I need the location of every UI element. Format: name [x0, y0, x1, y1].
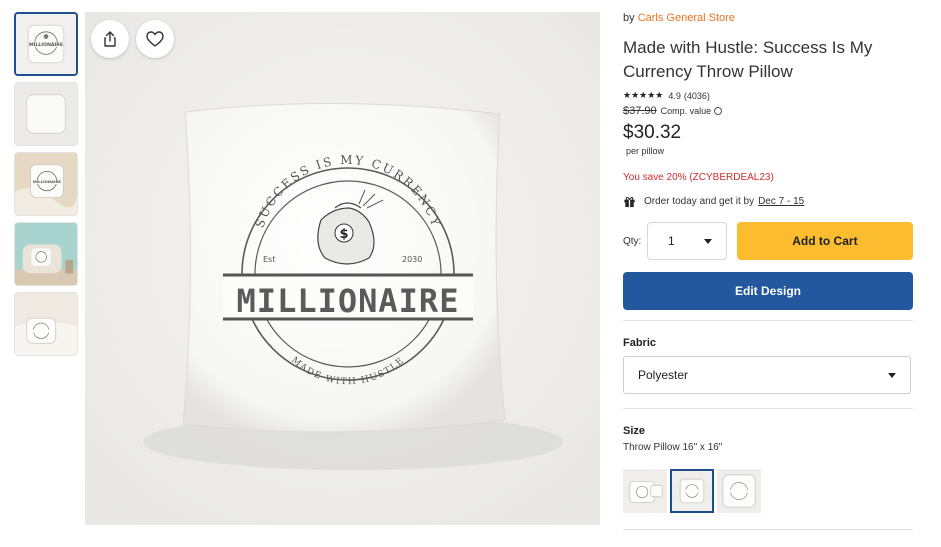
divider	[623, 408, 913, 409]
qty-label: Qty:	[623, 235, 642, 247]
product-title: Made with Hustle: Success Is My Currency…	[623, 38, 873, 81]
store-byline: by Carls General Store	[623, 12, 913, 24]
product-main-image[interactable]: SUCCESS IS MY CURRENCY MADE WITH HUSTLE …	[85, 12, 600, 525]
thumbnail-strip: MILLIONAIRE MILLIONAIRE	[14, 12, 78, 362]
current-price: $30.32	[623, 122, 682, 143]
thumbnail-pillow-on-chair[interactable]	[14, 222, 78, 286]
dollar-sign: $	[339, 227, 348, 242]
thumb-banner-text: MILLIONAIRE	[29, 42, 63, 48]
gift-icon	[624, 197, 635, 208]
thumbnail-pillow-plain[interactable]	[14, 82, 78, 146]
qty-value: 1	[668, 234, 675, 248]
size-label: Size	[623, 425, 646, 437]
rating-value: 4.9	[668, 90, 681, 101]
size-value: Throw Pillow 16" x 16"	[623, 442, 723, 453]
by-prefix: by	[623, 12, 635, 24]
share-icon	[104, 31, 116, 47]
old-price: $37.90	[623, 105, 657, 117]
cart-row: Qty: 1 Add to Cart	[623, 222, 913, 260]
review-count: (4036)	[683, 90, 710, 101]
thumbnail-pillow-on-blanket[interactable]: MILLIONAIRE	[14, 152, 78, 216]
quantity-select[interactable]: 1	[647, 222, 727, 260]
delivery-date-link[interactable]: Dec 7 - 15	[758, 196, 804, 207]
divider	[623, 529, 913, 530]
delivery-text: Order today and get it by	[644, 196, 755, 207]
fabric-select[interactable]: Polyester	[623, 356, 911, 394]
savings-text: You save 20% (ZCYBERDEAL23)	[623, 172, 774, 183]
size-option-16x16[interactable]	[670, 469, 714, 513]
store-link[interactable]: Carls General Store	[638, 12, 735, 24]
size-option-large[interactable]	[717, 469, 761, 513]
favorite-button[interactable]	[136, 20, 174, 58]
pillow-artwork-illustration: SUCCESS IS MY CURRENCY MADE WITH HUSTLE …	[85, 12, 600, 525]
fabric-label: Fabric	[623, 337, 657, 349]
info-icon[interactable]	[714, 107, 723, 115]
chevron-down-icon	[888, 372, 896, 378]
fabric-value: Polyester	[638, 368, 689, 382]
banner-text: MILLIONAIRE	[237, 282, 460, 320]
delivery-row: Order today and get it by Dec 7 - 15	[623, 195, 913, 208]
divider	[623, 320, 913, 321]
share-button[interactable]	[91, 20, 129, 58]
size-option-small[interactable]	[623, 469, 667, 513]
add-to-cart-button[interactable]: Add to Cart	[736, 222, 913, 260]
thumbnail-pillow-on-bed[interactable]	[14, 292, 78, 356]
heart-icon	[146, 31, 164, 47]
thumbnail-pillow-front[interactable]: MILLIONAIRE	[14, 12, 78, 76]
price-unit: per pillow	[626, 146, 665, 156]
chevron-down-icon	[703, 238, 712, 244]
star-rating-icon: ★★★★★	[623, 90, 664, 100]
comp-value-row: $37.90 Comp. value	[623, 105, 913, 117]
rating-row[interactable]: ★★★★★ 4.9 (4036)	[623, 90, 913, 101]
product-details-panel: by Carls General Store Made with Hustle:…	[623, 12, 913, 530]
thumb-banner-text: MILLIONAIRE	[33, 179, 62, 184]
edit-design-button[interactable]: Edit Design	[623, 272, 913, 310]
year-text: 2030	[402, 255, 422, 264]
size-options	[623, 469, 913, 513]
est-text: Est	[263, 255, 275, 264]
comp-value-label: Comp. value	[660, 106, 712, 116]
